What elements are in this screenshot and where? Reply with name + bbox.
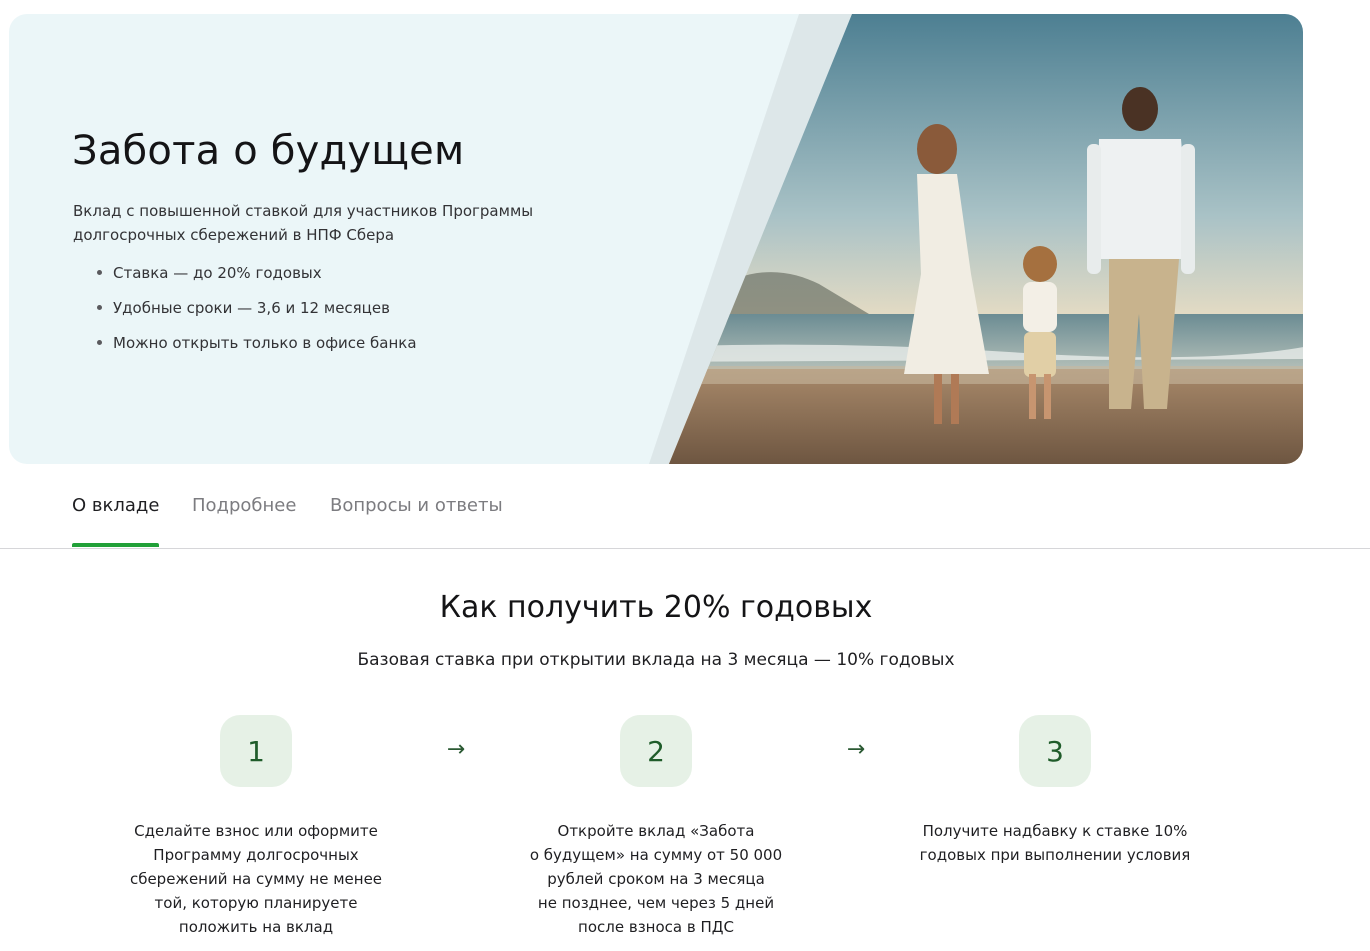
tab-label: Вопросы и ответы (330, 495, 503, 516)
hero-feature-list: Ставка — до 20% годовых Удобные сроки — … (95, 263, 417, 368)
section-subtitle: Базовая ставка при открытии вклада на 3 … (357, 650, 955, 670)
tab-label: О вкладе (72, 495, 160, 516)
tab-about-deposit[interactable]: О вкладе (72, 494, 160, 548)
bullet-dot-icon (97, 270, 102, 275)
tab-label: Подробнее (192, 495, 297, 516)
step-description: Получите надбавку к ставке 10% годовых п… (919, 822, 1191, 864)
feature-item: Можно открыть только в офисе банка (95, 333, 417, 368)
hero-title: Забота о будущем (72, 128, 465, 174)
tabs-divider (0, 548, 1370, 549)
step-description: Сделайте взнос или оформите Программу до… (129, 822, 383, 936)
bullet-dot-icon (97, 340, 102, 345)
section-title: Как получить 20% годовых (439, 590, 873, 625)
step-number-badge: 1 (220, 715, 292, 787)
hero-banner: Забота о будущем Вклад с повышенной став… (9, 14, 1303, 464)
tab-faq[interactable]: Вопросы и ответы (330, 494, 503, 548)
feature-item: Ставка — до 20% годовых (95, 263, 417, 298)
step-description: Откройте вклад «Забота о будущем» на сум… (529, 822, 783, 936)
feature-text: Можно открыть только в офисе банка (113, 334, 417, 352)
step-number-badge: 3 (1019, 715, 1091, 787)
feature-item: Удобные сроки — 3,6 и 12 месяцев (95, 298, 417, 333)
feature-text: Удобные сроки — 3,6 и 12 месяцев (113, 299, 390, 317)
tab-details[interactable]: Подробнее (192, 494, 296, 548)
active-tab-indicator (72, 543, 160, 547)
hero-description: Вклад с повышенной ставкой для участнико… (73, 202, 534, 244)
feature-text: Ставка — до 20% годовых (113, 264, 322, 282)
bullet-dot-icon (97, 305, 102, 310)
arrow-right-icon: → (846, 737, 866, 762)
arrow-right-icon: → (446, 737, 466, 762)
step-number-badge: 2 (620, 715, 692, 787)
